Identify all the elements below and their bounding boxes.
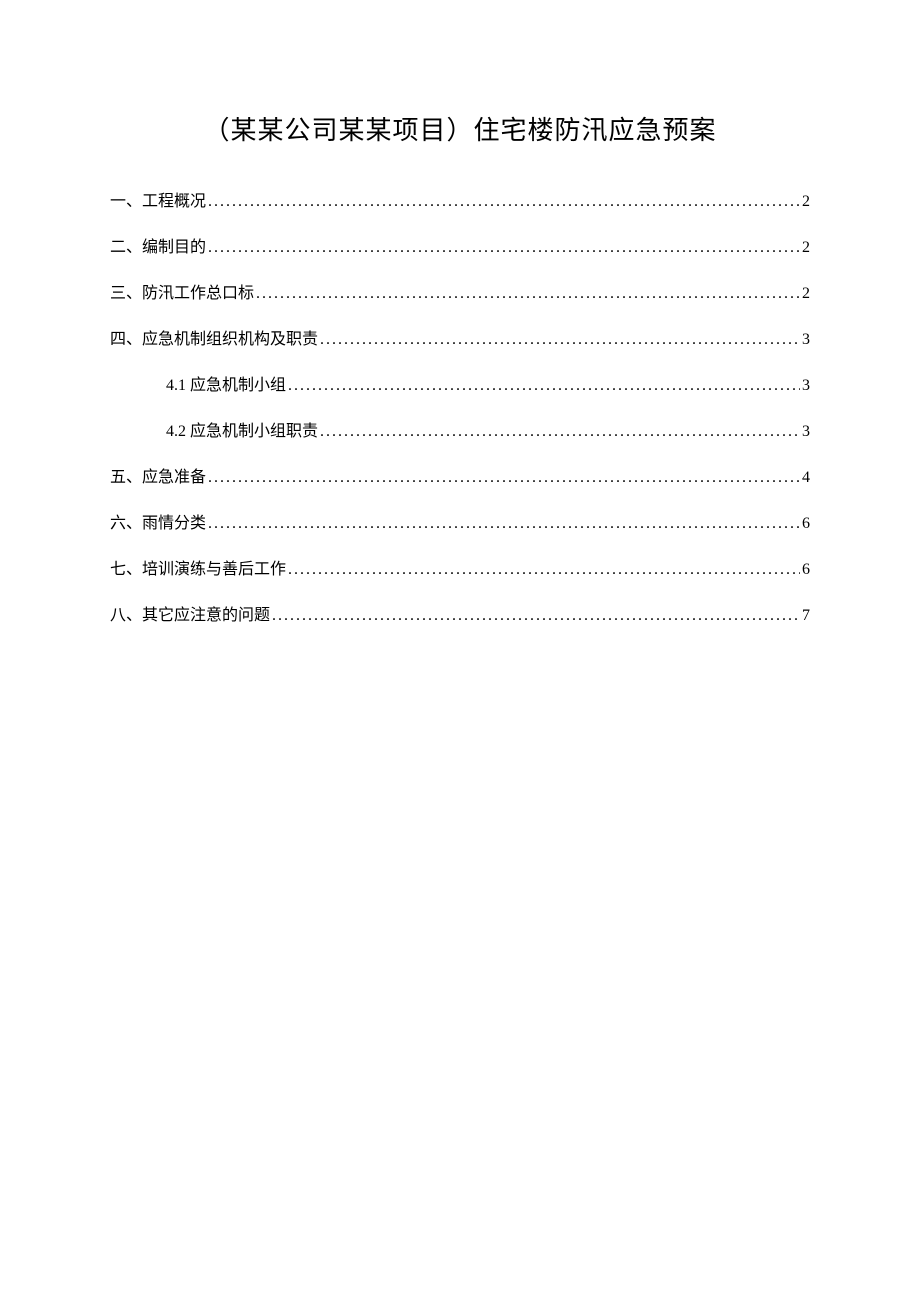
toc-page-number: 2 (802, 193, 810, 211)
toc-page-number: 3 (802, 331, 810, 349)
toc-label: 七、培训演练与善后工作 (110, 555, 286, 579)
document-page: （某某公司某某项目）住宅楼防汛应急预案 一、工程概况2二、编制目的2三、防汛工作… (0, 0, 920, 625)
toc-entry: 二、编制目的 2 (110, 233, 810, 257)
toc-dots (208, 469, 800, 487)
toc-label: 一、工程概况 (110, 187, 206, 211)
toc-entry: 4.1 应急机制小组 3 (110, 371, 810, 395)
toc-page-number: 3 (802, 377, 810, 395)
toc-page-number: 2 (802, 285, 810, 303)
toc-dots (288, 561, 800, 579)
toc-entry: 五、应急准备 4 (110, 463, 810, 487)
document-title: （某某公司某某项目）住宅楼防汛应急预案 (110, 110, 810, 147)
toc-dots (256, 285, 800, 303)
toc-label: 4.1 应急机制小组 (166, 371, 286, 395)
toc-dots (320, 423, 800, 441)
toc-label: 二、编制目的 (110, 233, 206, 257)
toc-dots (208, 239, 800, 257)
toc-label: 4.2 应急机制小组职责 (166, 417, 318, 441)
toc-entry: 三、防汛工作总口标 2 (110, 279, 810, 303)
table-of-contents: 一、工程概况2二、编制目的2三、防汛工作总口标2四、应急机制组织机构及职责34.… (110, 187, 810, 625)
toc-label: 六、雨情分类 (110, 509, 206, 533)
toc-dots (272, 607, 800, 625)
toc-page-number: 7 (802, 607, 810, 625)
toc-entry: 七、培训演练与善后工作 6 (110, 555, 810, 579)
toc-label: 八、其它应注意的问题 (110, 601, 270, 625)
toc-page-number: 3 (802, 423, 810, 441)
toc-page-number: 6 (802, 561, 810, 579)
toc-dots (208, 515, 800, 533)
toc-entry: 八、其它应注意的问题 7 (110, 601, 810, 625)
toc-entry: 六、雨情分类 6 (110, 509, 810, 533)
toc-page-number: 4 (802, 469, 810, 487)
toc-dots (208, 193, 800, 211)
toc-dots (320, 331, 800, 349)
toc-entry: 一、工程概况 2 (110, 187, 810, 211)
toc-label: 四、应急机制组织机构及职责 (110, 325, 318, 349)
toc-dots (288, 377, 800, 395)
toc-page-number: 2 (802, 239, 810, 257)
toc-entry: 四、应急机制组织机构及职责 3 (110, 325, 810, 349)
toc-label: 五、应急准备 (110, 463, 206, 487)
toc-label: 三、防汛工作总口标 (110, 279, 254, 303)
toc-page-number: 6 (802, 515, 810, 533)
toc-entry: 4.2 应急机制小组职责 3 (110, 417, 810, 441)
